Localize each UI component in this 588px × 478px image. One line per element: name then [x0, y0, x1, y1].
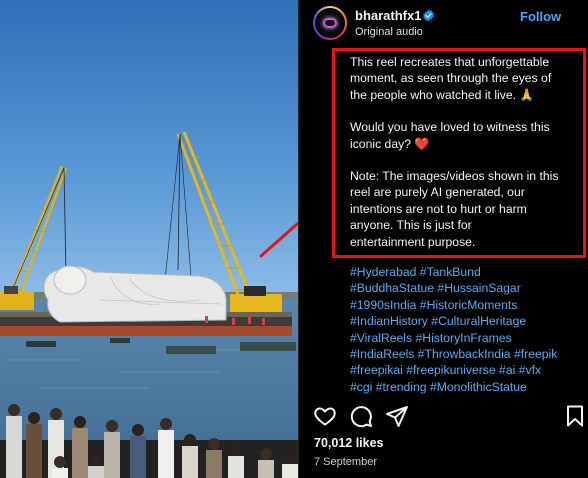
hashtags: #Hyderabad #TankBund #BuddhaStatue #Huss…	[350, 264, 586, 395]
bookmark-icon[interactable]	[563, 404, 587, 428]
caption-paragraph-3: Note: The images/videos shown in this re…	[350, 169, 559, 249]
post-date[interactable]: 7 September	[314, 456, 377, 468]
post-header: bharathfx1 Original audio Follow	[299, 0, 588, 44]
caption-paragraph-2: Would you have loved to witness this ico…	[350, 119, 586, 152]
avatar[interactable]	[313, 6, 347, 40]
likes-count[interactable]: 70,012 likes	[314, 436, 384, 450]
comment-icon[interactable]	[349, 404, 373, 428]
hashtag-line[interactable]: #IndianHistory #CulturalHeritage	[350, 313, 586, 329]
caption-text: This reel recreates that unforgettable m…	[350, 54, 586, 250]
follow-button[interactable]: Follow	[520, 9, 561, 24]
share-icon[interactable]	[385, 404, 409, 428]
hashtag-line[interactable]: #Hyderabad #TankBund	[350, 264, 586, 280]
verified-badge-icon	[423, 9, 434, 22]
reel-media[interactable]	[0, 0, 298, 478]
post-panel: bharathfx1 Original audio Follow This re…	[298, 0, 588, 478]
statue-lake-photo	[0, 0, 298, 478]
caption-paragraph-1: This reel recreates that unforgettable m…	[350, 55, 552, 102]
avatar-logo-icon	[315, 8, 345, 38]
hashtag-line[interactable]: #IndiaReels #ThrowbackIndia #freepik	[350, 346, 586, 362]
hashtag-line[interactable]: #1990sIndia #HistoricMoments	[350, 297, 586, 313]
hashtag-line[interactable]: #BuddhaStatue #HussainSagar	[350, 280, 586, 296]
heart-icon[interactable]	[313, 404, 337, 428]
hashtag-line[interactable]: #ViralReels #HistoryInFrames	[350, 330, 586, 346]
hashtag-line[interactable]: #cgi #trending #MonolithicStatue	[350, 379, 586, 395]
caption-question: Would you have loved to witness this ico…	[350, 120, 550, 151]
hashtag-line[interactable]: #freepikai #freepikuniverse #ai #vfx	[350, 362, 586, 378]
audio-link[interactable]: Original audio	[355, 26, 423, 38]
heart-emoji: ❤️	[414, 136, 430, 151]
action-bar	[299, 404, 588, 432]
username-link[interactable]: bharathfx1	[355, 8, 421, 23]
